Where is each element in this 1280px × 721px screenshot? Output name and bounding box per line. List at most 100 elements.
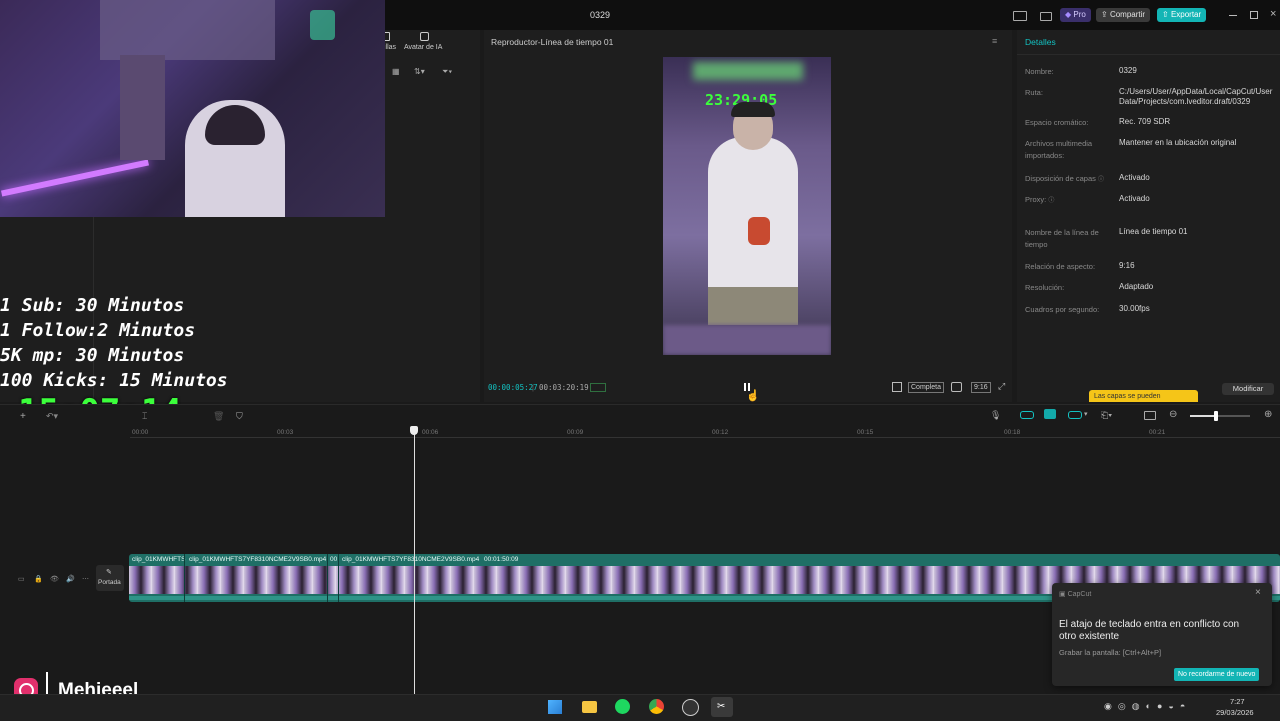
screenshot-icon[interactable]	[951, 382, 962, 392]
dont-remind-button[interactable]: No recordarme de nuevo	[1174, 668, 1260, 681]
capcut-taskbar-icon[interactable]: ✂	[711, 697, 733, 717]
spotify-icon[interactable]	[615, 699, 630, 714]
marker-icon[interactable]: ⛉	[236, 411, 243, 422]
split-icon[interactable]: ⌶	[142, 411, 147, 422]
person-cap	[731, 102, 775, 117]
share-button[interactable]: ⇪ Compartir	[1096, 8, 1151, 22]
details-title: Detalles	[1025, 37, 1056, 47]
upload-icon: ⇧	[1162, 10, 1169, 19]
snap-icon[interactable]	[1044, 409, 1056, 419]
minimize-icon[interactable]	[1229, 15, 1237, 16]
clip-divider	[184, 554, 185, 602]
blurred-banner	[693, 62, 803, 80]
webcam-feed	[0, 0, 385, 217]
zoom-in-icon[interactable]: ⊕	[1264, 409, 1272, 420]
chrome-icon[interactable]	[649, 699, 664, 714]
detail-value-resolution: Adaptado	[1119, 282, 1154, 291]
timeline-ruler	[130, 437, 1280, 438]
player-title: Reproductor-Línea de tiempo 01	[491, 37, 614, 47]
poster	[120, 55, 165, 160]
captions-icon[interactable]	[1144, 411, 1156, 420]
grid-view-icon[interactable]: ▦	[392, 67, 400, 76]
clip-divider	[327, 554, 328, 602]
toast-title: El atajo de teclado entra en conflicto c…	[1059, 619, 1240, 642]
delete-icon[interactable]: 🗑	[213, 411, 224, 422]
track-preview-icon[interactable]: ▭	[18, 575, 25, 583]
playhead-handle[interactable]	[410, 426, 418, 435]
keyboard-icon[interactable]	[1040, 12, 1052, 21]
tick-label: 00:15	[857, 429, 874, 436]
clip-divider	[338, 554, 339, 602]
zoom-slider[interactable]	[1190, 411, 1250, 421]
lock-icon[interactable]: 🔒	[34, 575, 43, 583]
overlay-follow-line: 1 Follow:2 Minutos	[0, 320, 196, 341]
detail-label-proxy: Proxy: ⓘ	[1025, 195, 1055, 204]
tick-label: 00:06	[422, 429, 439, 436]
sort-icon[interactable]: ⇅▾	[414, 67, 425, 76]
filter-icon[interactable]: ⏷▾	[442, 67, 452, 77]
toast-app-name: ▣ CapCut	[1059, 591, 1092, 598]
chevron-down-icon[interactable]: ▾	[1084, 410, 1088, 418]
maximize-icon[interactable]	[1250, 11, 1258, 19]
detail-label-colorspace: Espacio cromático:	[1025, 118, 1089, 127]
eye-icon[interactable]: 👁	[50, 575, 59, 583]
obs-icon[interactable]	[682, 699, 699, 716]
magnet-link-icon[interactable]	[1020, 411, 1034, 419]
zoom-slider-fill	[1190, 415, 1216, 417]
zoom-out-icon[interactable]: ⊖	[1169, 409, 1177, 420]
clock-time: 7:27	[1230, 697, 1245, 706]
tab-ai-avatar[interactable]: Avatar de IA	[402, 32, 448, 54]
more-icon[interactable]: ⋯	[82, 575, 89, 583]
tick-label: 00:12	[712, 429, 729, 436]
aspect-ratio-button[interactable]: 9:16	[971, 382, 991, 393]
share-icon: ⇪	[1101, 10, 1108, 19]
detail-label-aspect: Relación de aspecto:	[1025, 262, 1096, 271]
preview-axis-icon[interactable]: ⎗▾	[1101, 410, 1112, 421]
zoom-slider-thumb[interactable]	[1214, 411, 1218, 421]
close-icon[interactable]: ×	[1270, 8, 1276, 20]
toast-body: Grabar la pantalla: [Ctrl+Alt+P]	[1059, 648, 1162, 657]
playhead-line[interactable]	[414, 432, 415, 694]
file-explorer-icon[interactable]	[582, 701, 597, 713]
undo-icon[interactable]: ↶▾	[46, 411, 58, 422]
full-quality-button[interactable]: Completa	[908, 382, 944, 393]
detail-value-timeline-name: Línea de tiempo 01	[1119, 227, 1188, 236]
detail-label-imported-media: Archivos multimedia importados:	[1025, 139, 1093, 160]
windows-start-icon[interactable]	[548, 700, 562, 714]
audio-icon[interactable]: 🔊	[66, 575, 75, 583]
neon-light-right	[310, 10, 335, 40]
detail-label-fps: Cuadros por segundo:	[1025, 305, 1100, 314]
detail-value-aspect: 9:16	[1119, 261, 1135, 270]
modify-button[interactable]: Modificar	[1222, 383, 1274, 395]
export-button[interactable]: ⇧ Exportar	[1157, 8, 1207, 22]
pro-badge[interactable]: ◆ Pro	[1060, 8, 1091, 22]
waveform-icon[interactable]	[590, 383, 606, 392]
select-tool-icon[interactable]: +	[20, 411, 26, 422]
cover-button[interactable]: ✎ Portada	[96, 565, 124, 591]
tick-label: 00:03	[277, 429, 294, 436]
detail-value-fps: 30.00fps	[1119, 304, 1150, 313]
layout-icon[interactable]	[1013, 11, 1027, 21]
current-time: 00:00:05:27	[488, 383, 538, 392]
microphone-icon[interactable]: 🎙	[990, 410, 1001, 421]
detail-label-layers: Disposición de capas ⓘ	[1025, 174, 1104, 183]
tick-label: 00:18	[1004, 429, 1021, 436]
clip-label: 00	[330, 556, 338, 563]
wall-shelf	[100, 0, 275, 60]
crop-icon[interactable]	[892, 382, 902, 392]
details-header-divider	[1017, 54, 1280, 55]
clip-label: clip_01KMWHFTS7YF8310NCME2V9SB0.mp4	[342, 556, 480, 563]
detail-value-imported-media: Mantener en la ubicación original	[1119, 138, 1237, 147]
tray-icons[interactable]: ◉◎◍◐●◒◓	[1104, 701, 1191, 712]
info-icon[interactable]: ⓘ	[1098, 177, 1104, 183]
capcut-logo-icon: ▣	[1059, 591, 1066, 598]
player-menu-icon[interactable]: ≡	[992, 36, 997, 46]
taskbar	[0, 694, 1280, 721]
link-icon[interactable]	[1068, 411, 1082, 419]
detail-value-path: C:/Users/User/AppData/Local/CapCut/User …	[1119, 87, 1273, 106]
info-icon[interactable]: ⓘ	[1048, 198, 1054, 204]
layers-tooltip: Las capas se pueden	[1089, 390, 1198, 402]
fullscreen-icon[interactable]: ⤢	[998, 381, 1005, 392]
time-separator: |	[532, 383, 534, 392]
toast-close-icon[interactable]: ×	[1255, 587, 1261, 598]
